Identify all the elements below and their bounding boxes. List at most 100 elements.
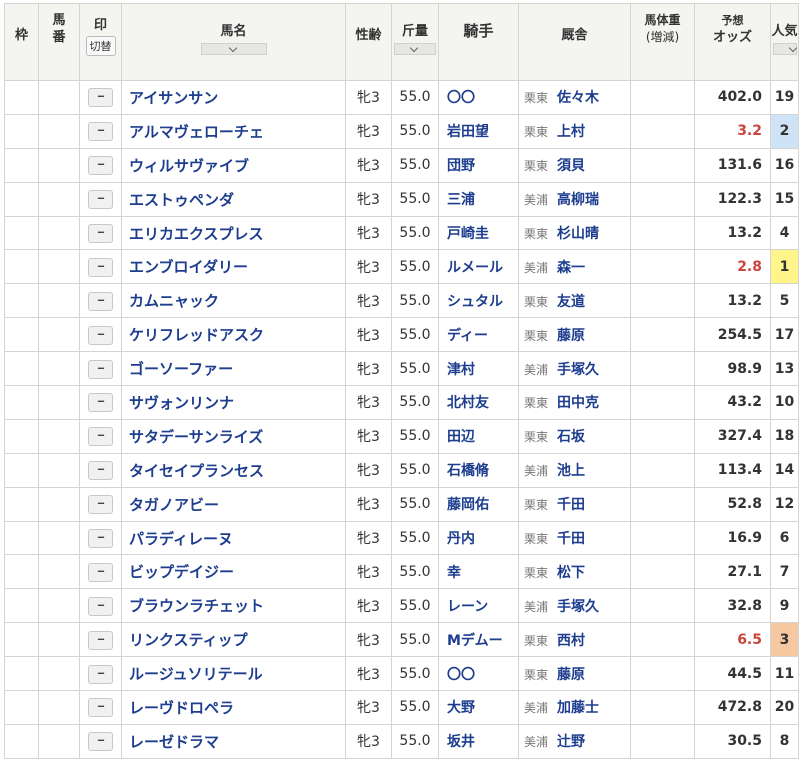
odds-cell: 32.8 — [694, 588, 771, 624]
trainer-link[interactable]: 石坂 — [557, 429, 585, 445]
horse-name-link[interactable]: リンクスティップ — [121, 622, 346, 658]
mark-cell: -- — [79, 656, 122, 692]
horse-name-link[interactable]: レーヴドロペラ — [121, 690, 346, 725]
jockey-link[interactable]: 〇〇 — [438, 80, 519, 115]
horse-name-link[interactable]: ルージュソリテール — [121, 656, 346, 692]
trainer-link[interactable]: 手塚久 — [557, 362, 599, 378]
jockey-link[interactable]: 坂井 — [438, 723, 519, 759]
horse-name-link[interactable]: アルマヴェローチェ — [121, 113, 346, 149]
mark-button[interactable]: -- — [88, 698, 113, 718]
horse-name-link[interactable]: ビップデイジー — [121, 554, 346, 590]
jockey-link[interactable]: 三浦 — [438, 181, 519, 217]
trainer-link[interactable]: 西村 — [557, 633, 585, 649]
horse-name-link[interactable]: レーゼドラマ — [121, 723, 346, 759]
mark-button[interactable]: -- — [88, 495, 113, 515]
mark-button[interactable]: -- — [88, 190, 113, 210]
mark-button[interactable]: -- — [88, 156, 113, 176]
mark-button[interactable]: -- — [88, 427, 113, 447]
waku-cell — [4, 385, 39, 420]
horse-name-link[interactable]: タガノアビー — [121, 486, 346, 522]
horse-name-link[interactable]: タイセイプランセス — [121, 452, 346, 488]
mark-cell: -- — [79, 283, 122, 319]
header-horse-name[interactable]: 馬名 — [121, 3, 346, 81]
mark-button[interactable]: -- — [88, 325, 113, 345]
header-umaban-line1: 馬 — [52, 13, 66, 28]
mark-button[interactable]: -- — [88, 88, 113, 108]
mark-button[interactable]: -- — [88, 596, 113, 616]
horse-name-link[interactable]: エリカエクスプレス — [121, 215, 346, 251]
trainer-link[interactable]: 高柳瑞 — [557, 192, 599, 208]
trainer-link[interactable]: 須貝 — [557, 158, 585, 174]
trainer-link[interactable]: 森一 — [557, 260, 585, 276]
sort-popularity-chevron-down-icon[interactable] — [772, 43, 797, 55]
trainer-link[interactable]: 千田 — [557, 531, 585, 547]
jockey-link[interactable]: ディー — [438, 317, 519, 353]
jockey-link[interactable]: 藤岡佑 — [438, 486, 519, 522]
mark-cell: -- — [79, 351, 122, 387]
mark-button[interactable]: -- — [88, 461, 113, 481]
mark-button[interactable]: -- — [88, 257, 113, 277]
trainer-link[interactable]: 杉山晴 — [557, 226, 599, 242]
umaban-cell — [38, 452, 80, 488]
horse-name-link[interactable]: エンブロイダリー — [121, 249, 346, 285]
stable-region: 栗東 — [524, 294, 549, 309]
jockey-link[interactable]: 岩田望 — [438, 113, 519, 149]
jockey-link[interactable]: 津村 — [438, 351, 519, 387]
mark-switch-button[interactable]: 切替 — [85, 36, 116, 56]
stable-cell: 栗東 田中克 — [518, 385, 631, 420]
trainer-link[interactable]: 藤原 — [557, 328, 585, 344]
mark-button[interactable]: -- — [88, 732, 113, 752]
trainer-link[interactable]: 池上 — [557, 463, 585, 479]
mark-button[interactable]: -- — [88, 122, 113, 142]
trainer-link[interactable]: 千田 — [557, 497, 585, 513]
jockey-link[interactable]: Mデムー — [438, 622, 519, 658]
jockey-link[interactable]: 大野 — [438, 690, 519, 725]
jockey-link[interactable]: 〇〇 — [438, 656, 519, 692]
mark-cell: -- — [79, 520, 122, 556]
trainer-link[interactable]: 上村 — [557, 124, 585, 140]
mark-button[interactable]: -- — [88, 224, 113, 243]
odds-cell: 44.5 — [694, 656, 771, 692]
header-weight[interactable]: 斤量 — [391, 3, 439, 81]
mark-button[interactable]: -- — [88, 393, 113, 413]
jockey-link[interactable]: ルメール — [438, 249, 519, 285]
trainer-link[interactable]: 松下 — [557, 565, 585, 581]
horse-name-link[interactable]: ウィルサヴァイブ — [121, 147, 346, 183]
jockey-link[interactable]: シュタル — [438, 283, 519, 319]
header-popularity[interactable]: 人気 — [770, 3, 799, 81]
jockey-link[interactable]: レーン — [438, 588, 519, 624]
trainer-link[interactable]: 藤原 — [557, 667, 585, 683]
jockey-link[interactable]: 田辺 — [438, 418, 519, 454]
jockey-link[interactable]: 丹内 — [438, 520, 519, 556]
horse-name-link[interactable]: パラディレーヌ — [121, 520, 346, 556]
jockey-link[interactable]: 戸崎圭 — [438, 215, 519, 251]
horse-name-link[interactable]: カムニャック — [121, 283, 346, 319]
horse-name-link[interactable]: ケリフレッドアスク — [121, 317, 346, 353]
jockey-link[interactable]: 団野 — [438, 147, 519, 183]
mark-button[interactable]: -- — [88, 291, 113, 311]
horse-name-link[interactable]: エストゥペンダ — [121, 181, 346, 217]
jockey-link[interactable]: 石橋脩 — [438, 452, 519, 488]
horse-name-link[interactable]: ゴーソーファー — [121, 351, 346, 387]
mark-button[interactable]: -- — [88, 630, 113, 650]
jockey-link[interactable]: 幸 — [438, 554, 519, 590]
sort-horse-name-chevron-down-icon[interactable] — [200, 43, 267, 55]
mark-button[interactable]: -- — [88, 359, 113, 379]
horse-name-link[interactable]: サヴォンリンナ — [121, 385, 346, 420]
trainer-link[interactable]: 友道 — [557, 294, 585, 310]
horse-name-link[interactable]: アイサンサン — [121, 80, 346, 115]
mark-button[interactable]: -- — [88, 529, 113, 549]
stable-cell: 栗東 杉山晴 — [518, 215, 631, 251]
horse-name-link[interactable]: ブラウンラチェット — [121, 588, 346, 624]
weight-cell: 55.0 — [391, 317, 439, 353]
trainer-link[interactable]: 手塚久 — [557, 599, 599, 615]
sort-weight-chevron-down-icon[interactable] — [394, 43, 436, 55]
trainer-link[interactable]: 田中克 — [557, 395, 599, 411]
trainer-link[interactable]: 加藤士 — [557, 700, 599, 716]
mark-button[interactable]: -- — [88, 562, 113, 582]
mark-button[interactable]: -- — [88, 664, 113, 684]
horse-name-link[interactable]: サタデーサンライズ — [121, 418, 346, 454]
trainer-link[interactable]: 佐々木 — [557, 90, 599, 106]
jockey-link[interactable]: 北村友 — [438, 385, 519, 420]
trainer-link[interactable]: 辻野 — [557, 734, 585, 750]
